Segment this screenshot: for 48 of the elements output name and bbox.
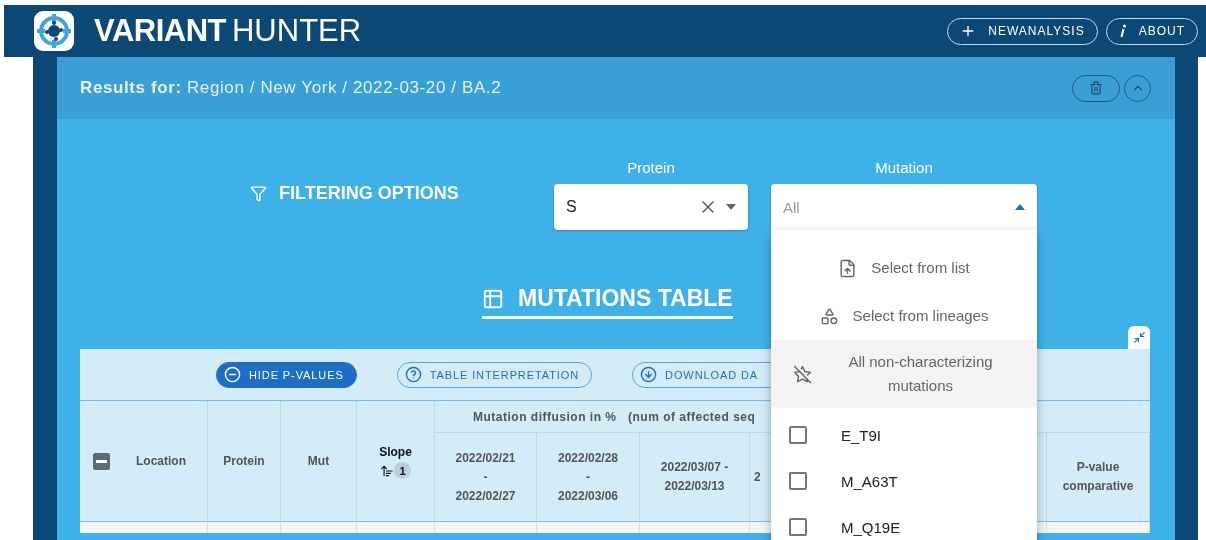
checkbox[interactable] xyxy=(789,518,807,536)
protein-label: Protein xyxy=(627,159,675,176)
file-upload-icon xyxy=(838,258,858,278)
caret-up-icon[interactable] xyxy=(1015,204,1025,210)
column-header[interactable]: P-value comparative xyxy=(1062,458,1134,496)
hide-p-values-button[interactable]: HIDE P-VALUES xyxy=(216,361,357,388)
minus-icon xyxy=(96,459,107,463)
mutations-table-title: MUTATIONS TABLE xyxy=(518,285,733,312)
sort-icon[interactable] xyxy=(380,463,394,478)
column-header[interactable]: Protein xyxy=(223,451,265,471)
app-title: VARIANT HUNTER xyxy=(94,13,363,49)
select-all-checkbox[interactable] xyxy=(93,452,110,470)
filtering-title: FILTERING OPTIONS xyxy=(279,183,459,204)
column-header[interactable]: Slope xyxy=(379,443,412,462)
column-header[interactable]: 2022/02/21 - 2022/02/27 xyxy=(455,448,516,506)
sort-rank: 1 xyxy=(394,462,411,479)
minimize-icon xyxy=(1132,331,1146,344)
checkbox[interactable] xyxy=(789,472,807,490)
group-header: Mutation diffusion in % (num of affected seq xyxy=(473,409,756,424)
column-header[interactable]: Location xyxy=(136,451,186,471)
mutation-select[interactable]: All xyxy=(771,184,1037,230)
column-header[interactable]: 2022/03/07 - 2022/03/13 xyxy=(660,458,729,496)
column-header[interactable]: 2022/02/28 - 2022/03/06 xyxy=(557,448,619,506)
filter-icon xyxy=(250,185,267,202)
caret-down-icon[interactable] xyxy=(726,204,736,210)
results-breadcrumb: Results for: Region / New York / 2022-03-20 / BA.2 xyxy=(80,78,503,98)
star-off-icon xyxy=(792,364,812,384)
column-header[interactable]: 2 xyxy=(754,467,761,487)
menu-item[interactable]: Select from list xyxy=(771,244,1037,292)
minus-circle-icon xyxy=(224,366,241,383)
mutation-label: Mutation xyxy=(875,159,933,176)
column-header[interactable]: Mut xyxy=(307,451,330,471)
mutation-input[interactable]: All xyxy=(783,198,1007,216)
info-icon xyxy=(1118,24,1127,38)
trash-icon xyxy=(1089,81,1103,95)
mutation-option[interactable]: E_T9I xyxy=(841,426,882,444)
mutation-option[interactable]: M_Q19E xyxy=(841,518,901,536)
mutation-option[interactable]: M_A63T xyxy=(841,472,898,490)
menu-item[interactable]: All non-characterizing mutations xyxy=(771,340,1037,408)
menu-item[interactable]: Select from lineages xyxy=(771,292,1037,340)
help-icon xyxy=(404,366,422,383)
logo-icon xyxy=(34,11,74,51)
download-icon xyxy=(640,366,658,383)
shapes-icon xyxy=(819,306,839,326)
protein-select[interactable]: S xyxy=(554,184,748,230)
checkbox[interactable] xyxy=(789,426,807,444)
table-icon xyxy=(482,287,504,310)
minimize-button[interactable] xyxy=(1128,326,1150,349)
